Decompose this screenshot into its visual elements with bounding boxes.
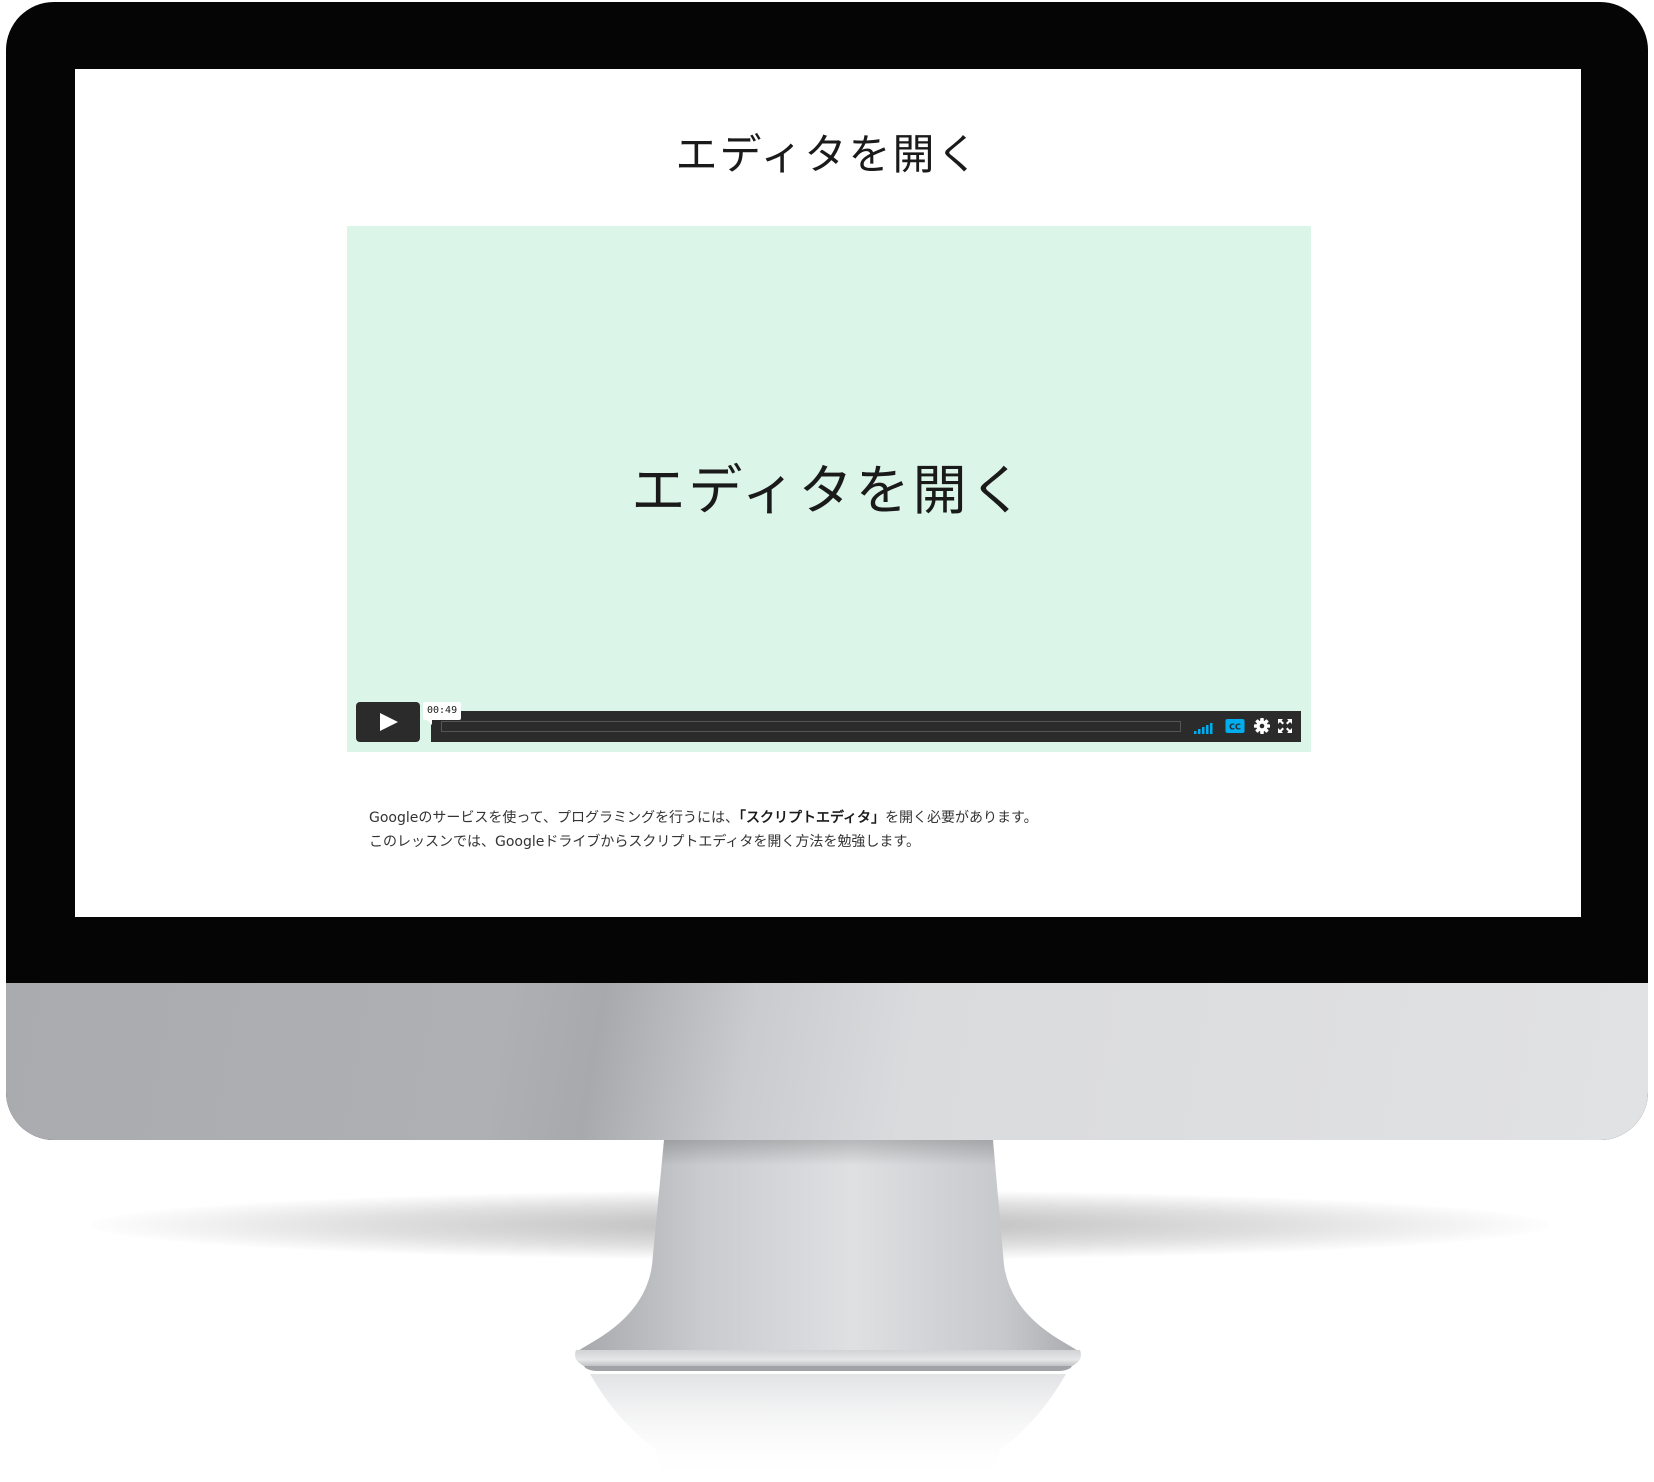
lesson-description: Googleのサービスを使って、プログラミングを行うには、「スクリプトエディタ」… <box>369 806 1269 854</box>
script-editor-emphasis: 「スクリプトエディタ」 <box>738 810 885 826</box>
closed-captions-icon[interactable]: CC <box>1225 717 1245 735</box>
svg-text:CC: CC <box>1229 723 1241 732</box>
time-tooltip: 00:49 <box>423 702 462 725</box>
progress-bar[interactable] <box>441 721 1181 732</box>
volume-icon[interactable] <box>1193 717 1217 735</box>
play-icon <box>380 713 398 731</box>
play-button[interactable] <box>356 702 420 742</box>
fullscreen-icon[interactable] <box>1277 717 1293 735</box>
stage: エディタを開く エディタを開く CC 00:49 Googleのサービスを使って… <box>0 0 1654 1482</box>
description-line-1-start: Googleのサービスを使って、プログラミングを行うには、 <box>369 810 739 826</box>
video-title-card: エディタを開く <box>631 459 1027 522</box>
monitor-chin <box>6 983 1648 1140</box>
video-control-bar: CC <box>431 711 1301 742</box>
gear-icon[interactable] <box>1253 717 1271 735</box>
monitor: エディタを開く エディタを開く CC 00:49 Googleのサービスを使って… <box>6 2 1648 1140</box>
description-line-2: このレッスンでは、Googleドライブからスクリプトエディタを開く方法を勉強しま… <box>369 834 920 850</box>
page-title: エディタを開く <box>675 130 981 179</box>
video-player[interactable]: エディタを開く CC 00:49 <box>347 226 1311 752</box>
description-line-1: Googleのサービスを使って、プログラミングを行うには、「スクリプトエディタ」… <box>369 806 1269 830</box>
description-line-1-end: を開く必要があります。 <box>885 810 1038 826</box>
screen: エディタを開く エディタを開く CC 00:49 Googleのサービスを使って… <box>75 69 1581 917</box>
